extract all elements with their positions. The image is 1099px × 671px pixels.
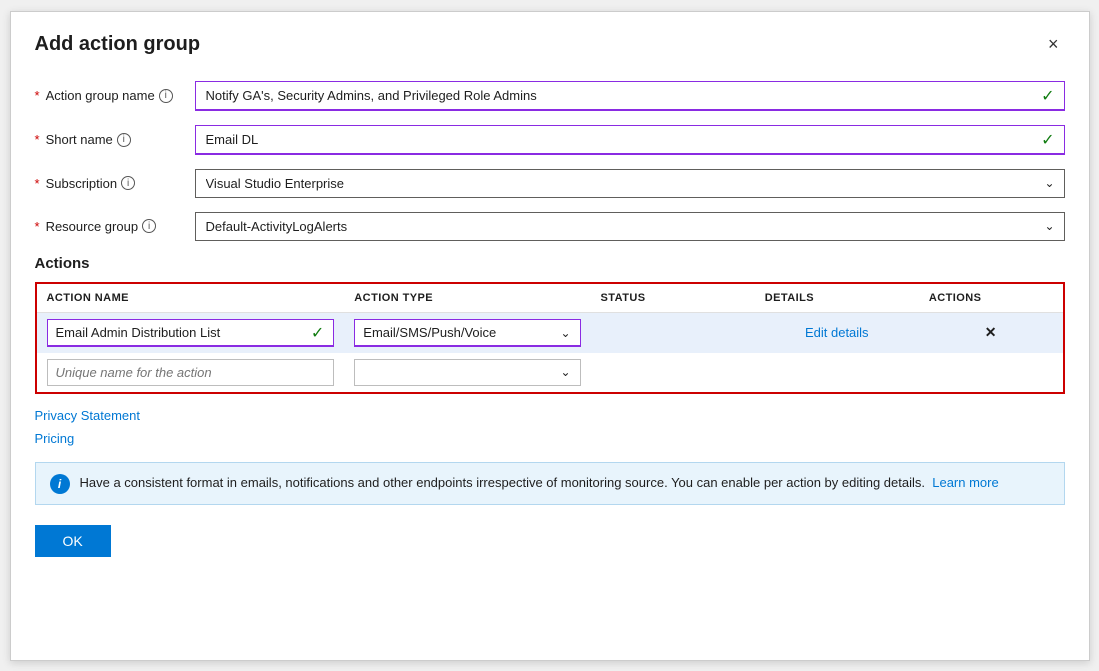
action-group-name-input[interactable] bbox=[195, 81, 1065, 111]
empty-details-cell bbox=[755, 353, 919, 392]
required-star-4: * bbox=[35, 219, 40, 234]
ok-button[interactable]: OK bbox=[35, 525, 111, 557]
action-type-select[interactable]: Email/SMS/Push/Voice bbox=[354, 319, 580, 347]
empty-action-name-field[interactable] bbox=[47, 359, 335, 386]
table-row: ✓ Email/SMS/Push/Voice ⌄ bbox=[37, 312, 1063, 353]
dialog-header: Add action group × bbox=[35, 32, 1065, 57]
actions-section-title: Actions bbox=[35, 255, 1065, 272]
subscription-select-wrap: Visual Studio Enterprise ⌄ bbox=[195, 169, 1065, 198]
short-name-input[interactable] bbox=[195, 125, 1065, 155]
pricing-link[interactable]: Pricing bbox=[35, 431, 75, 446]
col-header-action-type: ACTION TYPE bbox=[344, 284, 590, 313]
action-group-name-label: * Action group name i bbox=[35, 88, 195, 103]
dialog-title: Add action group bbox=[35, 33, 201, 56]
delete-action-button[interactable]: ✕ bbox=[985, 324, 997, 341]
col-header-details: DETAILS bbox=[755, 284, 919, 313]
col-header-action-name: ACTION NAME bbox=[37, 284, 345, 313]
add-action-group-dialog: Add action group × * Action group name i… bbox=[10, 11, 1090, 661]
required-star: * bbox=[35, 88, 40, 103]
actions-cell: ✕ bbox=[919, 312, 1063, 353]
col-header-actions: ACTIONS bbox=[919, 284, 1063, 313]
actions-table-header-row: ACTION NAME ACTION TYPE STATUS DETAILS A… bbox=[37, 284, 1063, 313]
pricing-wrap: Pricing bbox=[35, 431, 1065, 462]
resource-group-row: * Resource group i Default-ActivityLogAl… bbox=[35, 212, 1065, 241]
empty-action-type-select-wrap: ⌄ bbox=[354, 359, 580, 386]
resource-group-select-wrap: Default-ActivityLogAlerts ⌄ bbox=[195, 212, 1065, 241]
action-name-checkmark: ✓ bbox=[311, 323, 324, 343]
info-banner-text: Have a consistent format in emails, noti… bbox=[80, 473, 999, 493]
details-cell: Edit details bbox=[755, 312, 919, 353]
action-type-select-wrap: Email/SMS/Push/Voice ⌄ bbox=[354, 319, 580, 347]
action-group-name-info-icon: i bbox=[159, 89, 173, 103]
resource-group-info-icon: i bbox=[142, 219, 156, 233]
short-name-row: * Short name i ✓ bbox=[35, 125, 1065, 155]
status-cell bbox=[591, 312, 755, 353]
info-banner: i Have a consistent format in emails, no… bbox=[35, 462, 1065, 505]
action-group-name-checkmark: ✓ bbox=[1041, 86, 1054, 106]
short-name-checkmark: ✓ bbox=[1041, 130, 1054, 150]
learn-more-link[interactable]: Learn more bbox=[932, 475, 998, 490]
close-button[interactable]: × bbox=[1042, 32, 1065, 57]
action-name-input-wrap: ✓ bbox=[47, 319, 335, 347]
resource-group-select[interactable]: Default-ActivityLogAlerts bbox=[195, 212, 1065, 241]
privacy-statement-wrap: Privacy Statement bbox=[35, 404, 1065, 431]
footer: OK bbox=[35, 525, 1065, 557]
required-star-2: * bbox=[35, 132, 40, 147]
action-group-name-input-wrap: ✓ bbox=[195, 81, 1065, 111]
subscription-row: * Subscription i Visual Studio Enterpris… bbox=[35, 169, 1065, 198]
table-row-empty: ⌄ bbox=[37, 353, 1063, 392]
actions-table-wrap: ACTION NAME ACTION TYPE STATUS DETAILS A… bbox=[35, 282, 1065, 394]
required-star-3: * bbox=[35, 176, 40, 191]
privacy-statement-link[interactable]: Privacy Statement bbox=[35, 408, 141, 423]
empty-action-type-cell: ⌄ bbox=[344, 353, 590, 392]
short-name-input-wrap: ✓ bbox=[195, 125, 1065, 155]
action-name-field[interactable] bbox=[47, 319, 335, 347]
edit-details-link[interactable]: Edit details bbox=[805, 325, 869, 340]
col-header-status: STATUS bbox=[591, 284, 755, 313]
action-name-cell: ✓ bbox=[37, 312, 345, 353]
resource-group-label: * Resource group i bbox=[35, 219, 195, 234]
subscription-label: * Subscription i bbox=[35, 176, 195, 191]
empty-status-cell bbox=[591, 353, 755, 392]
action-group-name-row: * Action group name i ✓ bbox=[35, 81, 1065, 111]
short-name-label: * Short name i bbox=[35, 132, 195, 147]
actions-table: ACTION NAME ACTION TYPE STATUS DETAILS A… bbox=[37, 284, 1063, 392]
short-name-info-icon: i bbox=[117, 133, 131, 147]
empty-action-type-select[interactable] bbox=[354, 359, 580, 386]
action-type-cell: Email/SMS/Push/Voice ⌄ bbox=[344, 312, 590, 353]
subscription-select[interactable]: Visual Studio Enterprise bbox=[195, 169, 1065, 198]
empty-action-name-cell bbox=[37, 353, 345, 392]
subscription-info-icon: i bbox=[121, 176, 135, 190]
info-banner-icon: i bbox=[50, 474, 70, 494]
empty-actions-cell bbox=[919, 353, 1063, 392]
